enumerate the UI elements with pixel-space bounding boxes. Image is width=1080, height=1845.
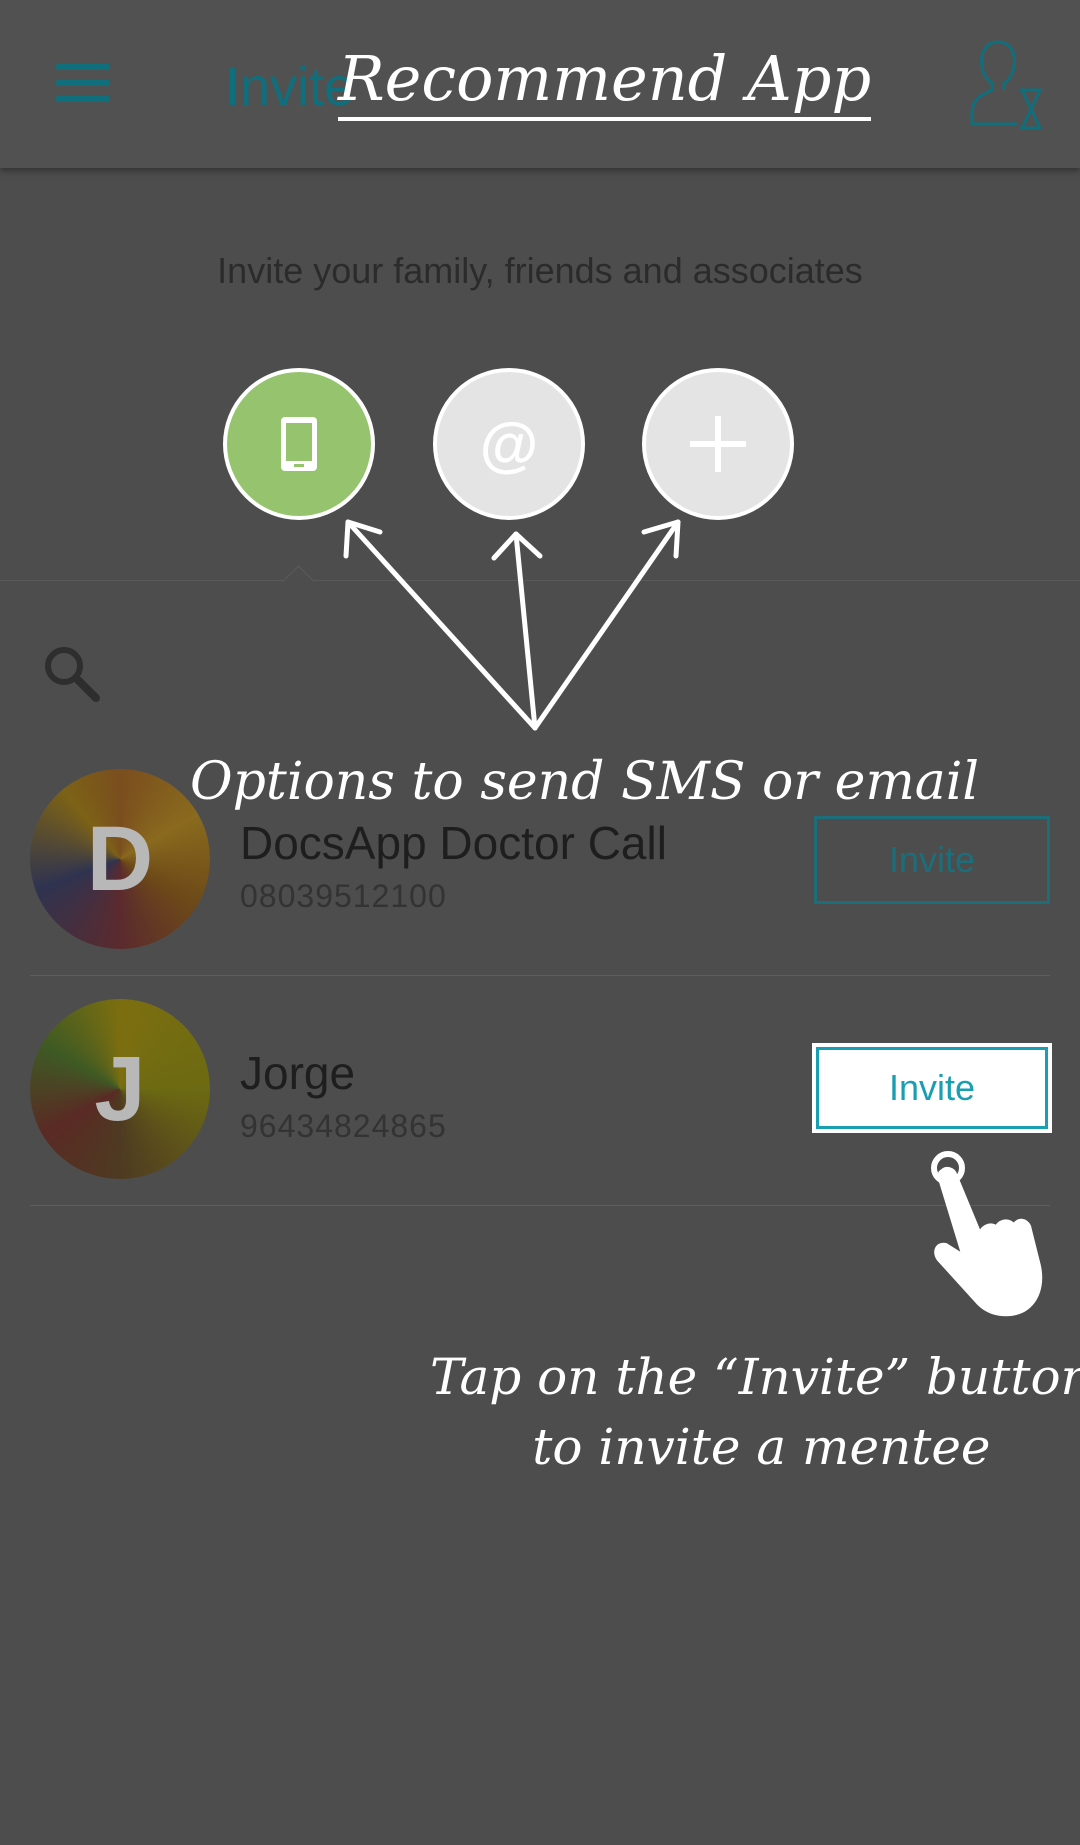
user-profile-icon[interactable]: [968, 36, 1046, 132]
invite-button-highlighted[interactable]: Invite: [812, 1043, 1052, 1133]
annotation-title: Recommend App: [338, 42, 872, 121]
annotation-options-note: Options to send SMS or email: [190, 752, 980, 812]
menu-icon[interactable]: [52, 56, 116, 112]
add-option-button[interactable]: [642, 368, 794, 520]
row-divider: [30, 1205, 1050, 1206]
page-title: Invite: [225, 57, 355, 117]
invite-button[interactable]: Invite: [814, 816, 1050, 904]
invite-screen: Invite Invite your family, friends and a…: [0, 0, 1080, 1845]
plus-icon: [690, 416, 746, 472]
contact-phone: 96434824865: [240, 1108, 447, 1144]
contact-name: Jorge: [240, 1047, 356, 1099]
list-item: J Jorge 96434824865 Invite: [30, 976, 1052, 1206]
at-sign-icon: @: [479, 410, 539, 478]
annotation-tap-note: Tap on the “Invite” button to invite a m…: [430, 1348, 1080, 1476]
sms-option-button[interactable]: [223, 368, 375, 520]
selected-option-pointer: [282, 565, 315, 598]
avatar: J: [30, 999, 210, 1179]
section-divider: [0, 580, 1080, 581]
contact-name: DocsApp Doctor Call: [240, 817, 667, 869]
tap-hand-icon: [931, 1151, 1043, 1317]
contact-phone: 08039512100: [240, 878, 447, 914]
email-option-button[interactable]: @: [433, 368, 585, 520]
search-icon[interactable]: [42, 644, 102, 704]
avatar: D: [30, 769, 210, 949]
invite-subtitle: Invite your family, friends and associat…: [217, 250, 863, 291]
mobile-phone-icon: [281, 417, 317, 471]
